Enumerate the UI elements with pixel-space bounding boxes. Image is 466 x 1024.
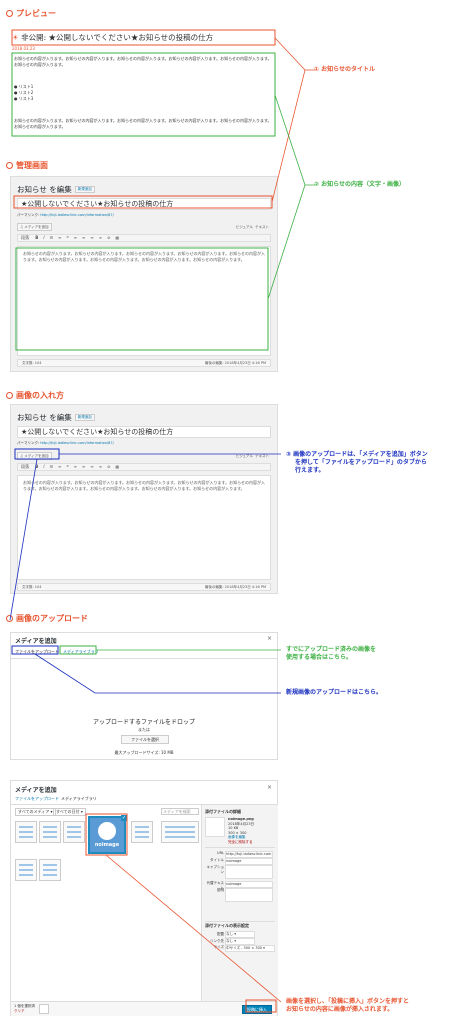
- annotation-line: を押して「ファイルをアップロード」のタブから: [295, 459, 427, 466]
- content-highlight-box: [11, 52, 276, 137]
- upload-connector: [34, 653, 281, 694]
- annotation-line: 使用する場合はこちら。: [286, 654, 353, 661]
- admin-content-highlight-box: [15, 247, 269, 351]
- selected-image-highlight-box: [85, 813, 128, 856]
- annotation-line: すでにアップロード済みの画像を: [286, 646, 377, 653]
- add-media-connector: [9, 458, 38, 621]
- add-media-annotation: ③ 画像のアップロードは、「メディアを追加」ボタン を押して「ファイルをアップロ…: [286, 451, 428, 475]
- add-media-highlight-box: [14, 448, 60, 460]
- insert-annotation: 画像を選択し、「投稿に挿入」ボタンを押すと お知らせの内容に画像が挿入されます。: [286, 998, 409, 1014]
- admin-title-highlight-box: [13, 195, 273, 209]
- annotation-overlay: [9, 29, 315, 1013]
- annotation-line: 行えます。: [295, 467, 325, 474]
- content-annotation: ② お知らせの内容（文字・画像）: [314, 181, 406, 188]
- annotation-line: お知らせの内容に画像が挿入されます。: [286, 1006, 394, 1013]
- insert-connector: [105, 854, 282, 1003]
- library-tab-highlight-box: [59, 645, 97, 655]
- title-annotation: ① お知らせのタイトル: [314, 66, 376, 73]
- annotation-line: 画像を選択し、「投稿に挿入」ボタンを押すと: [286, 998, 410, 1005]
- library-annotation: すでにアップロード済みの画像を 使用する場合はこちら。: [286, 646, 376, 662]
- title-highlight-box: [11, 29, 276, 46]
- content-connector: [267, 184, 306, 300]
- upload-tab-highlight-box: [11, 645, 59, 655]
- title-connector: [274, 37, 315, 71]
- annotation-line: ③ 画像のアップロードは、「メディアを追加」ボタン: [286, 451, 428, 458]
- upload-annotation: 新規画像のアップロードはこちら。: [286, 689, 383, 696]
- insert-button-highlight-box: [245, 999, 277, 1013]
